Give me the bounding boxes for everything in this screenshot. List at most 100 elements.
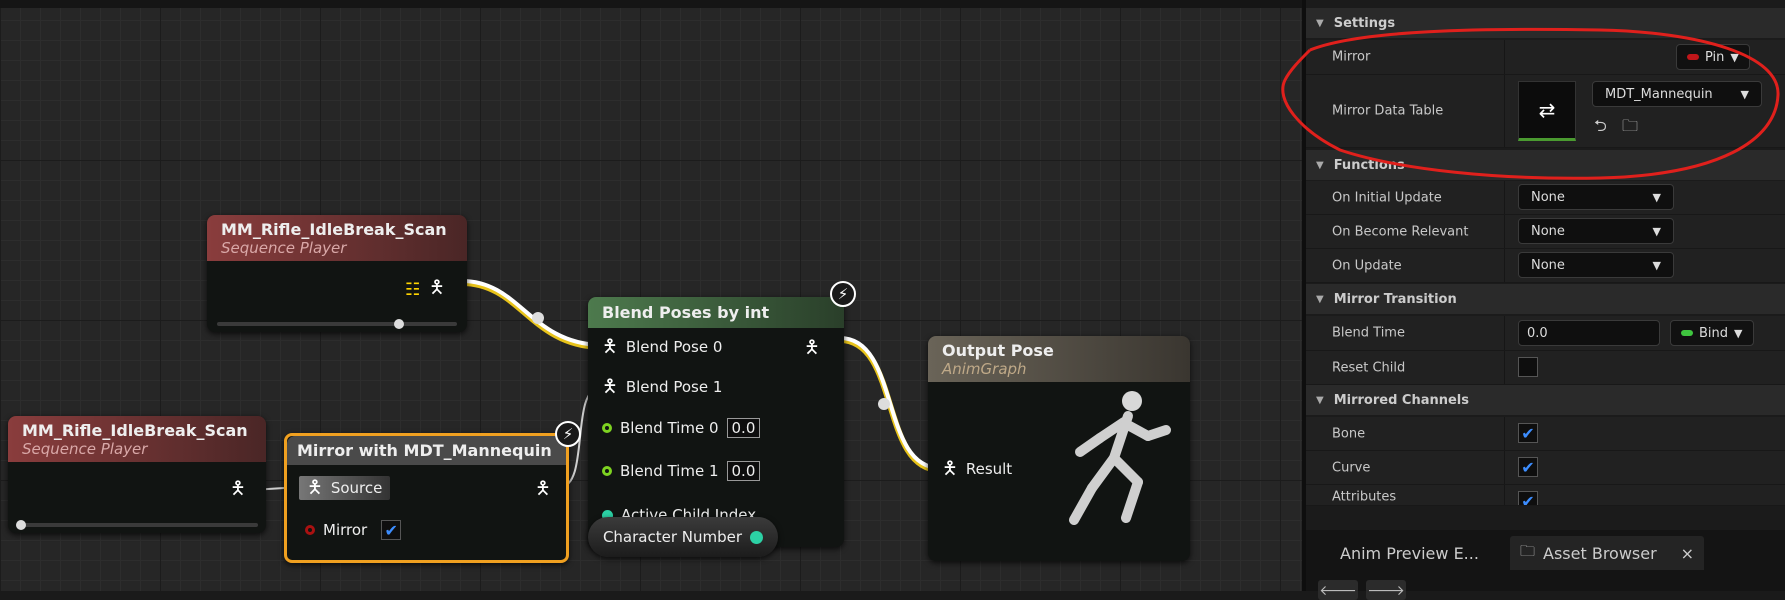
mirror-pin-value: Pin bbox=[1705, 49, 1725, 65]
curve-label: Curve bbox=[1332, 460, 1371, 475]
mirror-label: Mirror bbox=[1332, 49, 1371, 65]
chevron-down-icon: ▼ bbox=[1734, 326, 1743, 340]
source-pin[interactable]: 🯅 Source bbox=[299, 476, 391, 500]
row-on-update: On Update None ▼ bbox=[1306, 249, 1785, 283]
section-title: Functions bbox=[1333, 157, 1405, 173]
float-pin-icon bbox=[602, 466, 612, 476]
list-icon[interactable]: ☷ bbox=[405, 280, 420, 300]
asset-thumbnail[interactable]: ⇄ bbox=[1518, 81, 1576, 141]
row-mirror-data-table: Mirror Data Table ⇄ MDT_Mannequin ▼ ⮌ 🗀 bbox=[1306, 75, 1785, 148]
row-curve: Curve ✔ bbox=[1306, 451, 1785, 485]
row-on-become-relevant: On Become Relevant None ▼ bbox=[1306, 215, 1785, 249]
blend-time-1-field[interactable]: 0.0 bbox=[726, 461, 761, 481]
tab-asset-browser-label: Asset Browser bbox=[1543, 543, 1657, 563]
section-settings[interactable]: ▼ Settings bbox=[1306, 8, 1785, 38]
blend-time-input[interactable]: 0.0 bbox=[1518, 320, 1660, 346]
on-initial-update-label: On Initial Update bbox=[1332, 190, 1442, 205]
blend-pose-0-pin[interactable]: 🯅 Blend Pose 0 bbox=[602, 338, 723, 357]
pose-output-pin-icon[interactable]: 🯅 bbox=[804, 339, 820, 357]
blend-poses-node[interactable]: Blend Poses by int 🯅 Blend Pose 0 🯅 🯅 Bl… bbox=[588, 297, 844, 547]
curve-checkbox[interactable]: ✔ bbox=[1518, 457, 1538, 477]
on-initial-update-value: None bbox=[1531, 189, 1565, 205]
on-update-dropdown[interactable]: None ▼ bbox=[1518, 252, 1674, 278]
blend-time-0-field[interactable]: 0.0 bbox=[726, 418, 761, 438]
reset-child-checkbox[interactable] bbox=[1518, 357, 1538, 377]
mirror-node[interactable]: Mirror with MDT_Mannequin 🯅 Source 🯅 Mir… bbox=[284, 433, 569, 563]
chevron-down-icon: ▼ bbox=[1652, 258, 1661, 272]
section-mirror-transition[interactable]: ▼ Mirror Transition bbox=[1306, 284, 1785, 314]
mirror-data-table-icon: ⇄ bbox=[1538, 98, 1556, 122]
node-title: Output Pose bbox=[942, 341, 1054, 360]
pose-pin-icon: 🯅 bbox=[942, 458, 958, 479]
bool-pin-icon bbox=[305, 525, 315, 535]
character-number-node[interactable]: Character Number bbox=[588, 517, 778, 557]
attributes-label: Attributes bbox=[1332, 489, 1397, 505]
mirror-pin-label: Mirror bbox=[323, 521, 368, 539]
node-subtitle: Sequence Player bbox=[22, 440, 148, 458]
anim-graph-canvas[interactable]: MM_Rifle_IdleBreak_Scan Sequence Player … bbox=[0, 0, 1302, 591]
sequence-player-node-2[interactable]: MM_Rifle_IdleBreak_Scan Sequence Player … bbox=[8, 416, 266, 533]
chevron-down-icon: ▼ bbox=[1652, 190, 1661, 204]
chevron-down-icon: ▼ bbox=[1740, 87, 1749, 101]
tab-asset-browser[interactable]: 🗀 Asset Browser × bbox=[1510, 536, 1705, 570]
character-number-label: Character Number bbox=[602, 528, 743, 546]
bone-checkbox[interactable]: ✔ bbox=[1518, 423, 1538, 443]
running-mannequin-icon bbox=[1069, 391, 1171, 525]
back-button[interactable]: 🡐 bbox=[1318, 580, 1358, 600]
close-icon[interactable]: × bbox=[1681, 544, 1694, 563]
bone-label: Bone bbox=[1332, 426, 1366, 441]
bind-dropdown[interactable]: Bind ▼ bbox=[1670, 320, 1754, 346]
mirror-data-table-dropdown[interactable]: MDT_Mannequin ▼ bbox=[1592, 81, 1762, 107]
node-header: MM_Rifle_IdleBreak_Scan Sequence Player bbox=[8, 416, 266, 462]
collapse-arrow-icon: ▼ bbox=[1316, 159, 1324, 171]
playback-slider[interactable] bbox=[16, 520, 258, 530]
on-become-relevant-value: None bbox=[1531, 223, 1565, 239]
blend-time-1-pin[interactable]: Blend Time 1 0.0 bbox=[602, 461, 761, 481]
use-selected-icon[interactable]: ⮌ bbox=[1594, 115, 1607, 142]
blend-time-label: Blend Time bbox=[1332, 325, 1405, 341]
blend-time-0-pin[interactable]: Blend Time 0 0.0 bbox=[602, 418, 761, 438]
tab-anim-preview-editor[interactable]: Anim Preview E... bbox=[1340, 536, 1479, 570]
result-pin[interactable]: 🯅 Result bbox=[942, 458, 1013, 479]
section-title: Settings bbox=[1333, 15, 1396, 31]
bind-label: Bind bbox=[1699, 325, 1729, 341]
output-pose-node[interactable]: Output Pose AnimGraph 🯅 Result bbox=[928, 336, 1190, 561]
slider-knob[interactable] bbox=[394, 319, 405, 329]
blend-pose-1-pin[interactable]: 🯅 Blend Pose 1 bbox=[602, 378, 723, 397]
row-blend-time: Blend Time 0.0 Bind ▼ bbox=[1306, 316, 1785, 351]
pose-output-pin-icon[interactable]: 🯅 bbox=[429, 279, 445, 297]
mirror-pin[interactable]: Mirror ✔ bbox=[305, 520, 402, 540]
int-pin-icon[interactable] bbox=[750, 530, 764, 544]
fast-path-icon: ⚡ bbox=[830, 281, 856, 307]
row-attributes: Attributes ✔ bbox=[1306, 485, 1785, 506]
section-title: Mirrored Channels bbox=[1333, 392, 1469, 408]
blend-pose-0-label: Blend Pose 0 bbox=[625, 338, 723, 356]
on-become-relevant-dropdown[interactable]: None ▼ bbox=[1518, 218, 1674, 244]
details-panel: ▼ Settings Mirror Pin ▼ Mirror Data Tabl… bbox=[1302, 0, 1785, 600]
row-bone: Bone ✔ bbox=[1306, 417, 1785, 451]
slider-knob[interactable] bbox=[16, 520, 26, 530]
result-label: Result bbox=[965, 460, 1013, 478]
sequence-player-node-1[interactable]: MM_Rifle_IdleBreak_Scan Sequence Player … bbox=[207, 215, 467, 332]
tab-anim-preview-editor-label: Anim Preview E... bbox=[1340, 543, 1479, 563]
blend-time-0-label: Blend Time 0 bbox=[620, 419, 719, 437]
mirror-pin-dropdown[interactable]: Pin ▼ bbox=[1676, 44, 1750, 70]
pose-pin-icon: 🯅 bbox=[307, 477, 323, 498]
node-title: MM_Rifle_IdleBreak_Scan bbox=[221, 220, 447, 239]
pose-output-pin-icon[interactable]: 🯅 bbox=[230, 480, 246, 498]
on-update-label: On Update bbox=[1332, 258, 1402, 273]
section-functions[interactable]: ▼ Functions bbox=[1306, 150, 1785, 180]
browse-asset-icon[interactable]: 🗀 bbox=[1622, 115, 1638, 142]
pose-output-pin-icon[interactable]: 🯅 bbox=[535, 480, 551, 498]
playback-slider[interactable] bbox=[217, 319, 457, 329]
mirror-checkbox[interactable]: ✔ bbox=[381, 520, 402, 540]
collapse-arrow-icon: ▼ bbox=[1316, 394, 1324, 406]
on-initial-update-dropdown[interactable]: None ▼ bbox=[1518, 184, 1674, 210]
reset-child-label: Reset Child bbox=[1332, 360, 1406, 375]
section-mirrored-channels[interactable]: ▼ Mirrored Channels bbox=[1306, 385, 1785, 415]
asset-browser-icon: 🗀 bbox=[1520, 541, 1536, 560]
blend-pose-1-label: Blend Pose 1 bbox=[625, 378, 723, 396]
node-subtitle: AnimGraph bbox=[942, 360, 1027, 378]
forward-button[interactable]: 🡒 bbox=[1366, 580, 1406, 600]
attributes-checkbox[interactable]: ✔ bbox=[1518, 491, 1538, 505]
